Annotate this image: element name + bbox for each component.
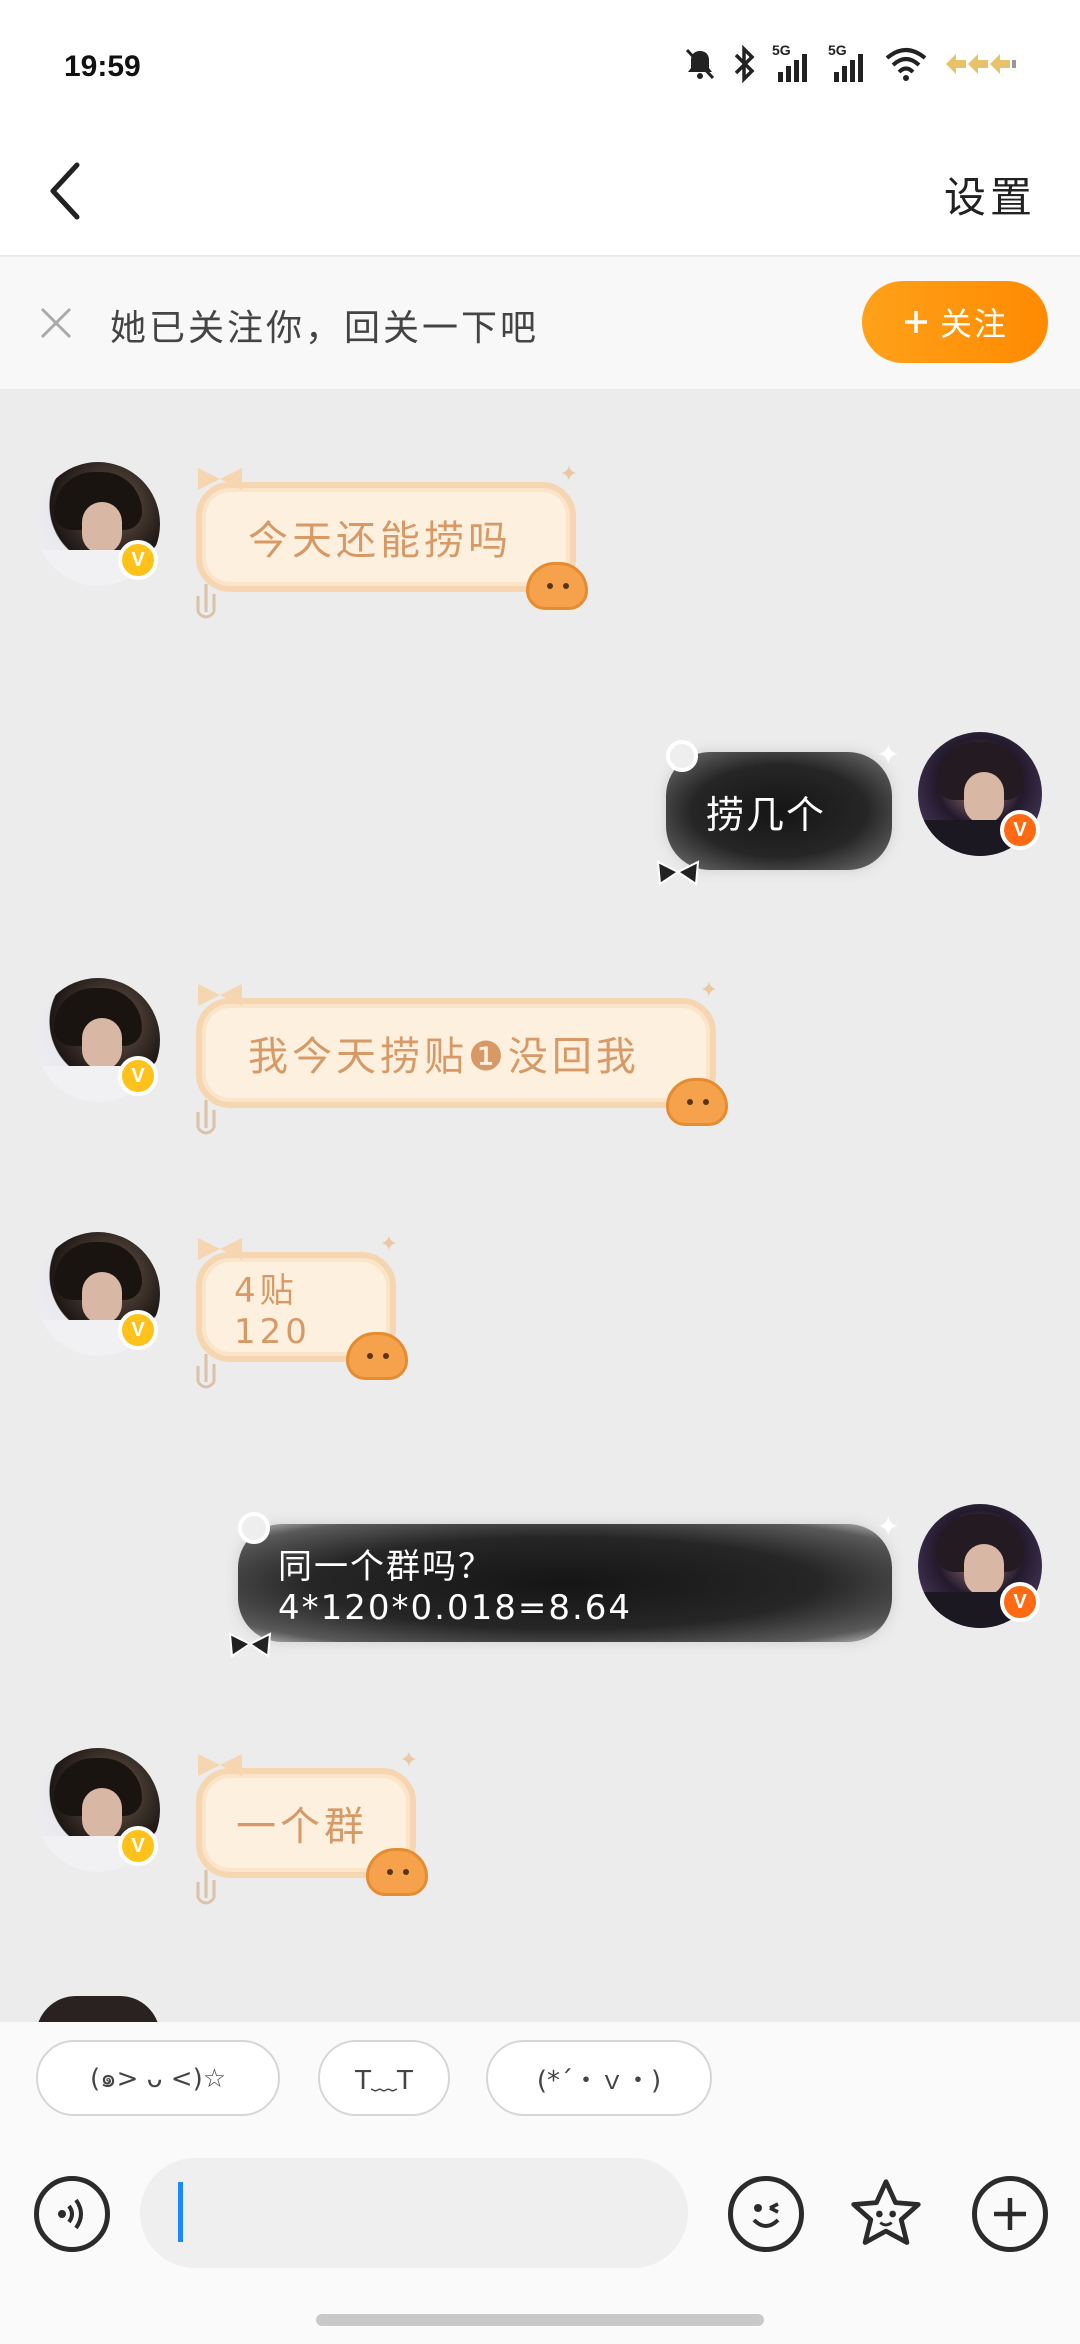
chat-title: [360, 170, 720, 214]
verified-badge-icon: V: [118, 1826, 158, 1866]
sticker-button[interactable]: [848, 2176, 924, 2252]
text-caret: [178, 2182, 183, 2242]
nav-bar: 设置: [0, 130, 1080, 256]
voice-icon: [58, 2198, 83, 2230]
sparkle-icon: ✦: [699, 978, 722, 1003]
hand-icon: [196, 1100, 216, 1135]
message-text: 今天还能捞吗: [248, 518, 512, 564]
sparkle-icon: ✦: [876, 738, 902, 771]
hand-icon: [196, 584, 216, 619]
emoji-button[interactable]: [728, 2176, 804, 2252]
contact-avatar[interactable]: [36, 1996, 160, 2022]
quick-reply-chip[interactable]: (*´・ｖ・): [486, 2040, 712, 2116]
quick-reply-chip[interactable]: (๑> ᴗ <)☆: [36, 2040, 280, 2116]
verified-badge-icon: V: [118, 540, 158, 580]
bow-icon: [228, 1632, 272, 1658]
message-text: 一个群: [236, 1804, 368, 1850]
status-icons: 5G 5G: [682, 42, 1018, 84]
quick-reply-chip[interactable]: T﹏T: [318, 2040, 450, 2116]
message-text: 同一个群吗？ 4*120*0.018=8.64: [278, 1546, 633, 1628]
message-bubble-incoming[interactable]: 4贴120 ✦: [196, 1232, 408, 1389]
verified-badge-icon: V: [1000, 810, 1040, 850]
message-text: 4贴120: [234, 1270, 311, 1352]
input-bar: [0, 2134, 1080, 2344]
message-bubble-incoming[interactable]: 今天还能捞吗 ✦: [196, 462, 588, 619]
back-button[interactable]: [30, 156, 100, 226]
bow-icon: [656, 860, 700, 886]
bow-icon: [198, 984, 242, 1006]
follow-button-label: 关注: [939, 305, 1008, 343]
verified-badge-icon: V: [1000, 1582, 1040, 1622]
signal-1-icon: 5G: [772, 42, 814, 84]
quick-reply-bar: (๑> ᴗ <)☆ T﹏T (*´・ｖ・): [0, 2022, 1080, 2134]
bluetooth-icon: [734, 45, 755, 83]
sparkle-icon: ✦: [399, 1748, 422, 1773]
home-indicator[interactable]: [316, 2314, 764, 2326]
settings-button[interactable]: 设置: [944, 164, 1036, 225]
ring-icon: [666, 740, 698, 772]
mute-icon: [685, 48, 715, 80]
close-icon[interactable]: [34, 301, 78, 345]
sparkle-icon: ✦: [876, 1510, 902, 1543]
wifi-icon: [885, 48, 927, 81]
sparkle-icon: ✦: [559, 462, 582, 487]
message-text: 我今天捞贴❶没回我: [248, 1034, 640, 1080]
bread-sticker-icon: [346, 1332, 408, 1380]
hand-icon: [196, 1870, 216, 1905]
bow-icon: [198, 1754, 242, 1776]
status-bar: 19:59 5G 5G: [0, 0, 1080, 130]
follow-button[interactable]: 关注: [862, 281, 1048, 363]
bow-icon: [198, 468, 242, 490]
chevron-left-icon: [50, 162, 80, 220]
add-button[interactable]: [972, 2176, 1048, 2252]
bread-sticker-icon: [666, 1078, 728, 1126]
message-bubble-incoming[interactable]: 我今天捞贴❶没回我 ✦: [196, 978, 728, 1135]
star-face-icon: [851, 2179, 921, 2245]
follow-banner-text: 她已关注你，回关一下吧: [110, 308, 540, 349]
bread-sticker-icon: [366, 1848, 428, 1896]
battery-icon: [946, 54, 1016, 74]
chat-message-list[interactable]: V 今天还能捞吗 ✦ V 捞几个 ✦ V 我今天捞贴❶没回我 ✦ V 4贴120: [0, 390, 1080, 2022]
bow-icon: [198, 1238, 242, 1260]
plus-icon: [904, 311, 927, 333]
ring-icon: [238, 1512, 270, 1544]
voice-button[interactable]: [34, 2176, 110, 2252]
bread-sticker-icon: [526, 562, 588, 610]
verified-badge-icon: V: [118, 1056, 158, 1096]
signal-2-icon: 5G: [828, 42, 870, 84]
follow-banner: 她已关注你，回关一下吧 关注: [0, 257, 1080, 389]
message-text: 捞几个: [706, 792, 827, 837]
message-input[interactable]: [140, 2158, 688, 2268]
message-bubble-incoming[interactable]: 一个群 ✦: [196, 1748, 428, 1905]
status-time: 19:59: [64, 50, 141, 83]
message-bubble-outgoing[interactable]: 同一个群吗？ 4*120*0.018=8.64 ✦: [228, 1510, 900, 1658]
hand-icon: [196, 1354, 216, 1389]
sparkle-icon: ✦: [379, 1232, 402, 1257]
plus-icon: [994, 2198, 1026, 2230]
message-bubble-outgoing[interactable]: 捞几个 ✦: [656, 738, 900, 886]
verified-badge-icon: V: [118, 1310, 158, 1350]
emoji-icon: [752, 2202, 780, 2228]
